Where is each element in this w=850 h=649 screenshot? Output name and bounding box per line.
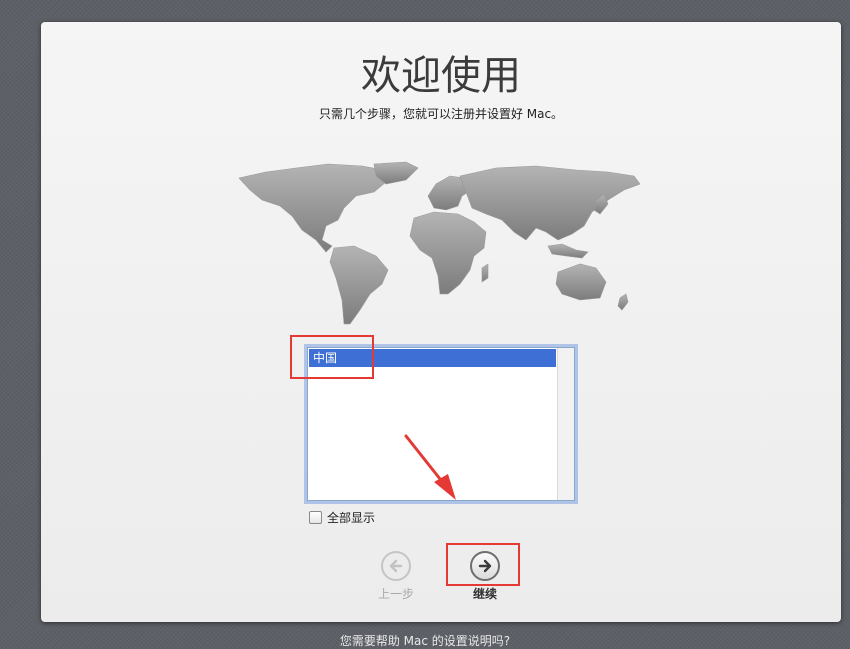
back-label: 上一步	[377, 587, 414, 601]
back-arrow-icon	[381, 551, 411, 581]
show-all-checkbox[interactable]	[309, 510, 322, 524]
help-footer[interactable]: 您需要帮助 Mac 的设置说明吗?	[0, 632, 850, 649]
page-title: 欢迎使用	[361, 53, 521, 99]
back-button[interactable]: 上一步	[366, 551, 426, 602]
setup-assistant-panel: 欢迎使用 只需几个步骤，您就可以注册并设置好 Mac。 中国 全部显示 上一步 …	[41, 22, 841, 622]
continue-label: 继续	[472, 587, 497, 601]
highlight-box-continue	[446, 543, 520, 586]
highlight-box-country	[290, 335, 374, 379]
world-map	[238, 161, 641, 325]
show-all-option[interactable]: 全部显示	[309, 509, 375, 525]
page-subtitle: 只需几个步骤，您就可以注册并设置好 Mac。	[318, 107, 564, 121]
list-scrollbar[interactable]	[557, 348, 574, 500]
show-all-label: 全部显示	[327, 510, 376, 525]
annotation-arrow	[404, 434, 456, 500]
